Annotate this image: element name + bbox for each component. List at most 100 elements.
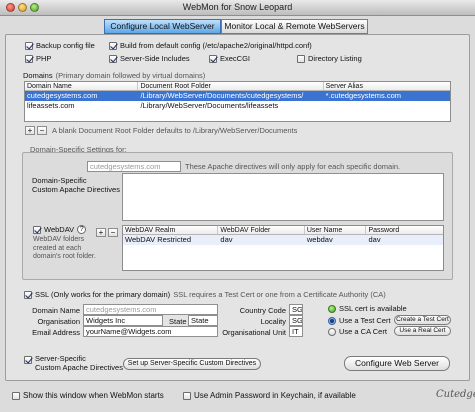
backup-config-checkbox[interactable] xyxy=(25,41,33,50)
use-test-cert-option[interactable]: Use a Test Cert xyxy=(328,316,391,325)
use-test-cert-label: Use a Test Cert xyxy=(339,316,391,325)
column-domain-name[interactable]: Domain Name xyxy=(25,82,139,90)
webdav-checkbox[interactable] xyxy=(33,225,41,234)
cert-status: SSL cert is available xyxy=(328,304,407,313)
organisation-field[interactable]: Widgets Inc xyxy=(83,315,163,326)
dir-listing-checkbox[interactable] xyxy=(297,54,305,63)
webdav-folder-cell: dav xyxy=(220,235,233,244)
column-webdav-folder[interactable]: WebDAV Folder xyxy=(218,226,305,234)
admin-password-checkbox[interactable] xyxy=(183,391,191,400)
cert-status-label: SSL cert is available xyxy=(339,304,407,313)
ca-cert-radio[interactable] xyxy=(328,327,336,336)
document-root-note: A blank Document Root Folder defaults to… xyxy=(52,126,298,135)
server-specific-checkbox[interactable] xyxy=(24,356,32,364)
org-unit-label: Organisational Unit xyxy=(222,328,286,337)
setup-directives-button[interactable]: Set up Server-Specific Custom Directives xyxy=(123,358,261,370)
use-ca-cert-label: Use a CA Cert xyxy=(339,327,387,336)
state-field[interactable]: State xyxy=(188,315,218,326)
domain-specific-note: These Apache directives will only apply … xyxy=(185,162,401,171)
ssi-checkbox[interactable] xyxy=(109,54,117,63)
ssl-checkbox[interactable] xyxy=(24,290,32,299)
show-window-checkbox[interactable] xyxy=(12,391,20,400)
remove-webdav-button[interactable]: − xyxy=(108,228,118,237)
state-label: State xyxy=(169,317,187,326)
webdav-desc-line: WebDAV folders xyxy=(33,236,85,243)
column-document-root[interactable]: Document Root Folder xyxy=(138,82,324,90)
webdav-description: WebDAV folders created at each domain's … xyxy=(33,236,96,262)
column-user-name[interactable]: User Name xyxy=(305,226,367,234)
document-root-cell: /Library/WebServer/Documents/cutedgesyst… xyxy=(140,91,304,100)
document-root-cell: /Library/WebServer/Documents/lifeassets xyxy=(140,101,279,110)
php-checkbox[interactable] xyxy=(25,54,33,63)
webdav-password-cell: dav xyxy=(368,235,381,244)
locality-label: Locality xyxy=(260,317,286,326)
admin-password-label: Use Admin Password in Keychain, if avail… xyxy=(194,391,356,400)
org-unit-field[interactable]: IT xyxy=(289,326,303,337)
domain-name-label: Domain Name xyxy=(32,306,80,315)
ssl-note: SSL requires a Test Cert or one from a C… xyxy=(173,290,386,299)
dir-listing-option[interactable]: Directory Listing xyxy=(297,54,362,63)
domain-specific-field[interactable]: cutedgesystems.com xyxy=(87,161,181,172)
add-webdav-button[interactable]: + xyxy=(96,228,106,237)
column-server-alias[interactable]: Server Alias xyxy=(324,82,450,90)
webdav-row[interactable]: WebDAV Restricted dav webdav dav xyxy=(123,235,443,245)
organisation-label: Organisation xyxy=(37,317,80,326)
domains-table[interactable]: Domain Name Document Root Folder Server … xyxy=(24,81,451,122)
ssl-domain-name-field[interactable]: cutedgesystems.com xyxy=(83,304,218,315)
server-specific-label: Server-Specific Custom Apache Directives xyxy=(35,354,123,372)
webdav-desc-line: domain's root folder. xyxy=(33,253,96,260)
email-label: Email Address xyxy=(32,328,80,337)
ssi-label: Server-Side Includes xyxy=(120,54,190,63)
use-real-cert-button[interactable]: Use a Real Cert xyxy=(394,326,451,336)
remove-domain-button[interactable]: − xyxy=(37,126,47,135)
server-specific-label-line1: Server-Specific xyxy=(35,354,86,363)
build-default-label: Build from default config (/etc/apache2/… xyxy=(120,41,312,50)
window-title: WebMon for Snow Leopard xyxy=(182,2,293,12)
locality-field[interactable]: SG xyxy=(289,315,303,326)
server-alias-cell: *.cutedgesystems.com xyxy=(325,91,402,100)
show-window-label: Show this window when WebMon starts xyxy=(23,391,164,400)
domain-row[interactable]: lifeassets.com /Library/WebServer/Docume… xyxy=(25,101,450,111)
webdav-realm-cell: WebDAV Restricted xyxy=(125,235,191,244)
admin-password-option[interactable]: Use Admin Password in Keychain, if avail… xyxy=(183,391,356,400)
domains-note: (Primary domain followed by virtual doma… xyxy=(55,71,206,80)
backup-config-label: Backup config file xyxy=(36,41,95,50)
webdav-table[interactable]: WebDAV Realm WebDAV Folder User Name Pas… xyxy=(122,225,444,271)
domain-directives-textarea[interactable] xyxy=(122,173,444,221)
add-domain-button[interactable]: + xyxy=(25,126,35,135)
create-test-cert-button[interactable]: Create a Test Cert xyxy=(394,315,451,325)
build-default-checkbox[interactable] xyxy=(109,41,117,50)
test-cert-radio[interactable] xyxy=(328,316,336,325)
webdav-option[interactable]: WebDAV ? xyxy=(33,225,87,234)
domain-custom-label-line1: Domain-Specific xyxy=(32,176,87,185)
email-field[interactable]: yourName@Widgets.com xyxy=(83,326,218,337)
cutedge-logo: Cutedge xyxy=(436,389,475,400)
execcgi-label: ExecCGI xyxy=(220,54,251,63)
execcgi-option[interactable]: ExecCGI xyxy=(209,54,250,63)
webdav-desc-line: created at each xyxy=(33,244,82,252)
server-specific-option[interactable]: Server-Specific Custom Apache Directives xyxy=(24,354,123,372)
help-icon[interactable]: ? xyxy=(77,225,87,234)
webdav-label: WebDAV xyxy=(44,225,75,234)
use-ca-cert-option[interactable]: Use a CA Cert xyxy=(328,327,387,336)
tab-configure-local[interactable]: Configure Local WebServer xyxy=(104,19,221,34)
country-field[interactable]: SG xyxy=(289,304,303,315)
show-window-option[interactable]: Show this window when WebMon starts xyxy=(12,391,164,400)
webdav-table-header: WebDAV Realm WebDAV Folder User Name Pas… xyxy=(123,226,443,235)
php-option[interactable]: PHP xyxy=(25,54,51,63)
ssi-option[interactable]: Server-Side Includes xyxy=(109,54,190,63)
domain-custom-label-line2: Custom Apache Directives xyxy=(32,185,120,194)
tab-monitor-servers[interactable]: Monitor Local & Remote WebServers xyxy=(221,19,368,34)
domain-name-cell: cutedgesystems.com xyxy=(27,91,98,100)
execcgi-checkbox[interactable] xyxy=(209,54,217,63)
domains-title: Domains xyxy=(23,71,53,80)
configure-web-server-button[interactable]: Configure Web Server xyxy=(344,356,450,371)
domain-row[interactable]: cutedgesystems.com /Library/WebServer/Do… xyxy=(25,91,450,101)
ssl-option[interactable]: SSL (Only works for the primary domain) … xyxy=(24,290,386,299)
column-webdav-realm[interactable]: WebDAV Realm xyxy=(123,226,219,234)
column-password[interactable]: Password xyxy=(366,226,443,234)
status-led-icon xyxy=(328,304,336,313)
build-default-option[interactable]: Build from default config (/etc/apache2/… xyxy=(109,41,312,50)
domains-heading: Domains (Primary domain followed by virt… xyxy=(23,71,205,80)
backup-config-option[interactable]: Backup config file xyxy=(25,41,95,50)
